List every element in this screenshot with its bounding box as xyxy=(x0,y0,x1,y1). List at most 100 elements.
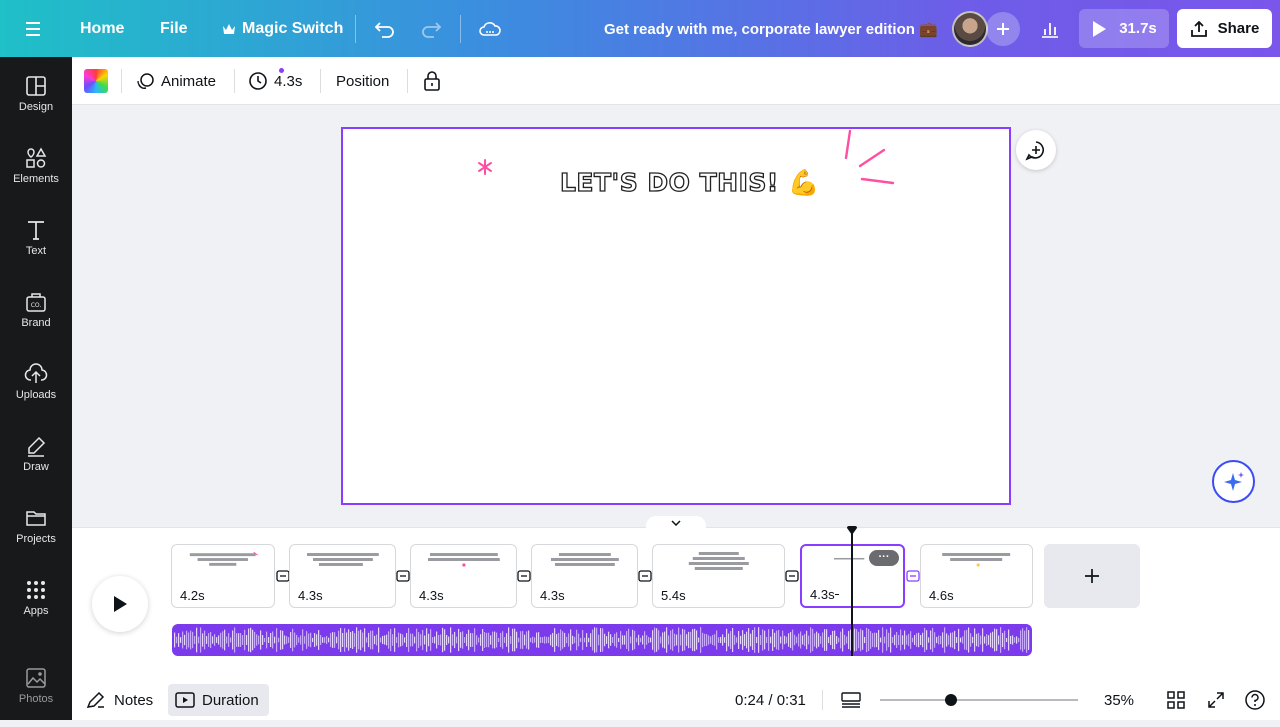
page-thumbnail[interactable]: 4.3s xyxy=(531,544,638,608)
sidebar-item-brand[interactable]: CO. Brand xyxy=(0,291,72,351)
clock-icon xyxy=(249,72,267,90)
sidebar-item-apps[interactable]: Apps xyxy=(0,579,72,639)
magic-switch-button[interactable]: Magic Switch xyxy=(222,0,343,57)
thumbnail-duration: 5.4s xyxy=(661,588,686,603)
text-icon xyxy=(28,221,44,240)
undo-icon[interactable] xyxy=(374,0,396,57)
sidebar-item-label: Projects xyxy=(16,533,56,545)
thumbnail-duration: 4.3s xyxy=(810,587,835,602)
comment-button[interactable] xyxy=(1016,130,1056,170)
asterisk-sticker-icon[interactable] xyxy=(476,158,494,176)
audio-waveform xyxy=(174,627,1030,653)
folder-icon xyxy=(26,511,46,526)
sidebar-item-uploads[interactable]: Uploads xyxy=(0,363,72,423)
menu-icon[interactable] xyxy=(24,0,46,57)
notes-button[interactable]: Notes xyxy=(86,686,153,714)
position-button[interactable]: Position xyxy=(336,57,389,105)
playback-time: 0:24 / 0:31 xyxy=(735,691,806,709)
play-icon xyxy=(1093,20,1107,37)
sidebar: Design Elements Text CO. Brand Uploads D… xyxy=(0,57,72,720)
zoom-slider-track xyxy=(880,699,1078,701)
plus-icon xyxy=(1085,569,1099,583)
more-options-icon: ··· xyxy=(878,551,890,563)
play-button[interactable]: 31.7s xyxy=(1079,9,1169,48)
sidebar-item-label: Text xyxy=(25,245,47,257)
audio-track[interactable] xyxy=(172,624,1032,656)
add-page-button[interactable] xyxy=(1044,544,1140,608)
insights-icon[interactable] xyxy=(1030,9,1070,48)
duration-button[interactable]: 4.3s xyxy=(248,57,302,105)
thumbnail-preview xyxy=(942,553,1011,567)
thumbnail-duration: 4.2s xyxy=(180,588,205,603)
thumbnail-preview xyxy=(190,551,259,566)
page-thumbnail[interactable]: 4.2s xyxy=(171,544,275,608)
page-thumbnail[interactable]: 4.6s xyxy=(920,544,1033,608)
sidebar-item-label: Draw xyxy=(23,461,49,473)
timeline-play-button[interactable] xyxy=(92,576,148,632)
thumbnail-preview xyxy=(306,553,379,566)
play-icon xyxy=(114,596,127,612)
sidebar-item-projects[interactable]: Projects xyxy=(0,507,72,567)
duration-label: 4.3s xyxy=(274,72,303,90)
animate-icon xyxy=(137,73,154,89)
chevron-down-icon xyxy=(671,520,681,526)
page-thumbnail[interactable]: 5.4s xyxy=(652,544,785,608)
help-icon[interactable] xyxy=(1244,686,1266,714)
page-headline[interactable]: LET'S DO THIS! 💪 xyxy=(559,167,819,198)
zoom-level[interactable]: 35% xyxy=(1104,686,1134,714)
magic-switch-label: Magic Switch xyxy=(242,19,344,37)
avatar[interactable] xyxy=(952,0,988,57)
grid-view-icon[interactable] xyxy=(1166,686,1186,714)
design-title[interactable]: Get ready with me, corporate lawyer edit… xyxy=(604,0,938,57)
zoom-slider-thumb[interactable] xyxy=(945,694,957,706)
duration-toggle-label: Duration xyxy=(202,691,259,709)
cloud-sync-icon[interactable] xyxy=(478,0,502,57)
file-menu-button[interactable]: File xyxy=(160,0,188,57)
notes-label: Notes xyxy=(114,691,154,709)
page-options-button[interactable]: ··· xyxy=(869,550,899,566)
context-toolbar: Animate 4.3s Position xyxy=(72,57,1280,105)
sidebar-item-label: Photos xyxy=(18,693,54,705)
fullscreen-icon[interactable] xyxy=(1206,686,1226,714)
magic-assistant-button[interactable] xyxy=(1212,460,1255,503)
animate-button[interactable]: Animate xyxy=(135,57,284,105)
color-picker-button[interactable] xyxy=(84,57,108,105)
image-icon xyxy=(26,668,46,688)
redo-icon[interactable] xyxy=(420,0,442,57)
sidebar-item-design[interactable]: Design xyxy=(0,75,72,135)
crown-icon xyxy=(223,23,235,34)
playhead-line xyxy=(851,530,853,656)
add-collaborator-button[interactable] xyxy=(986,0,1020,57)
lock-icon[interactable] xyxy=(422,57,442,105)
burst-lines-sticker-icon[interactable] xyxy=(838,128,900,190)
thumbnail-preview xyxy=(427,553,500,567)
page-layout-icon[interactable] xyxy=(840,686,862,714)
transition-icon[interactable] xyxy=(783,568,801,584)
zoom-slider[interactable] xyxy=(880,691,1078,709)
notes-icon xyxy=(86,691,105,708)
thumbnail-duration: 4.6s xyxy=(929,588,954,603)
play-duration: 31.7s xyxy=(1119,20,1157,37)
thumbnail-duration: 4.3s xyxy=(540,588,565,603)
trim-handle-icon xyxy=(835,594,839,595)
share-button[interactable]: Share xyxy=(1177,9,1272,48)
sidebar-item-photos[interactable]: Photos xyxy=(0,667,72,727)
top-bar: Home File Magic Switch Get ready with me… xyxy=(0,0,1280,57)
sidebar-item-label: Brand xyxy=(21,317,51,329)
svg-text:CO.: CO. xyxy=(31,302,42,309)
sidebar-item-draw[interactable]: Draw xyxy=(0,435,72,495)
share-icon xyxy=(1190,20,1207,37)
thumbnail-duration: 4.3s xyxy=(419,588,444,603)
sidebar-item-label: Apps xyxy=(23,605,49,617)
duration-toggle-button[interactable]: Duration xyxy=(168,684,269,716)
layout-icon xyxy=(26,76,46,96)
home-button[interactable]: Home xyxy=(80,0,124,57)
page-thumbnail[interactable]: 4.3s xyxy=(289,544,396,608)
sidebar-item-text[interactable]: Text xyxy=(0,219,72,279)
sidebar-item-elements[interactable]: Elements xyxy=(0,147,72,207)
page-thumbnail[interactable]: 4.3s xyxy=(410,544,517,608)
comment-add-icon xyxy=(1025,141,1044,161)
thumbnail-preview xyxy=(550,553,619,566)
shapes-icon xyxy=(26,147,47,168)
collapse-timeline-button[interactable] xyxy=(646,516,706,530)
